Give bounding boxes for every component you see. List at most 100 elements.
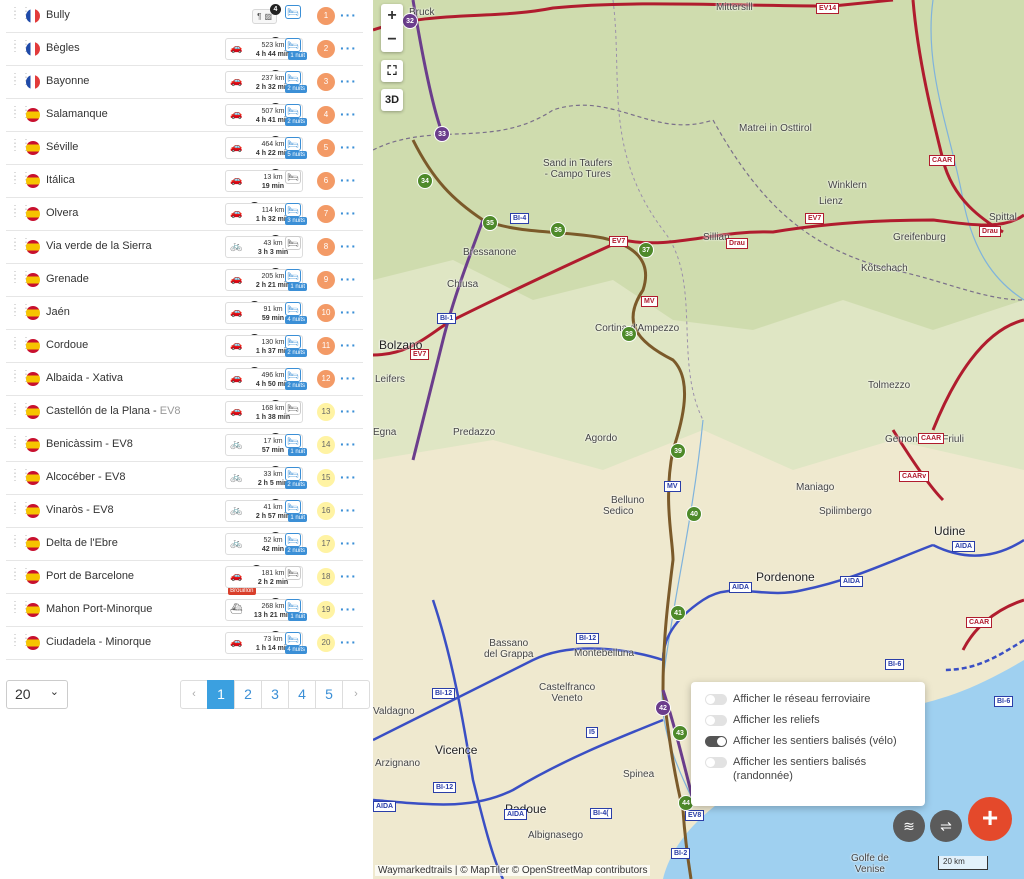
stage-row[interactable]: ⋮⋮⋮⋮ Grenade ¶ ▨ 18 🚗 205 km 2 h 21 min … xyxy=(6,264,363,297)
page-size-select[interactable]: 20 ⌄ xyxy=(6,680,68,709)
stage-marker[interactable]: 36 xyxy=(550,222,566,238)
more-options-icon[interactable]: ··· xyxy=(340,337,357,353)
stage-row[interactable]: ⋮⋮⋮⋮ Mahon Port-Minorque ¶ ▨ 6 ⛴ 268 km … xyxy=(6,594,363,627)
stage-marker[interactable]: 32 xyxy=(402,13,418,29)
option-relief[interactable]: Afficher les reliefs xyxy=(703,713,913,727)
stage-name[interactable]: Bully xyxy=(46,9,70,21)
stage-name[interactable]: Port de Barcelone xyxy=(46,570,134,582)
option-railway[interactable]: Afficher le réseau ferroviaire xyxy=(703,692,913,706)
stage-name[interactable]: Castellón de la Plana - EV8 xyxy=(46,405,181,417)
stage-row[interactable]: ⋮⋮⋮⋮ Olvera ¶ ▨ 17 ✓ 🚗 114 km 1 h 32 min… xyxy=(6,198,363,231)
stage-marker[interactable]: 42 xyxy=(655,700,671,716)
stage-row[interactable]: ⋮⋮⋮⋮ Castellón de la Plana - EV8 ¶ ▨ 2 🚗… xyxy=(6,396,363,429)
stage-marker[interactable]: 40 xyxy=(686,506,702,522)
stage-name[interactable]: Cordoue xyxy=(46,339,88,351)
more-options-icon[interactable]: ··· xyxy=(340,271,357,287)
bike-trails-toggle[interactable] xyxy=(705,736,727,747)
stage-name[interactable]: Bayonne xyxy=(46,75,89,87)
stage-marker[interactable]: 37 xyxy=(638,242,654,258)
add-stage-button[interactable]: + xyxy=(968,797,1012,841)
page-button-3[interactable]: 3 xyxy=(261,680,289,709)
stage-row[interactable]: ⋮⋮⋮⋮ Salamanque ¶ ▨ 27 🚗 507 km 4 h 41 m… xyxy=(6,99,363,132)
more-options-icon[interactable]: ··· xyxy=(340,634,357,650)
more-options-icon[interactable]: ··· xyxy=(340,106,357,122)
more-options-icon[interactable]: ··· xyxy=(340,304,357,320)
stage-row[interactable]: ⋮⋮⋮⋮ Cordoue ¶ ▨ 19 ✓ 🚗 130 km 1 h 37 mi… xyxy=(6,330,363,363)
hiking-trails-toggle[interactable] xyxy=(705,757,727,768)
map[interactable]: Mittersill Matrei in Osttirol Sand in Tauf… xyxy=(373,0,1024,879)
drag-handle-icon[interactable]: ⋮⋮ ⋮⋮ xyxy=(10,436,31,451)
filters-button[interactable]: ⇌ xyxy=(930,810,962,842)
option-hiking-trails[interactable]: Afficher les sentiers balisés (randonnée… xyxy=(703,755,913,783)
stage-row[interactable]: ⋮⋮⋮⋮ Bègles ¶ ▨ 4 🚗 523 km 4 h 44 min 🛏 … xyxy=(6,33,363,66)
drag-handle-icon[interactable]: ⋮⋮ ⋮⋮ xyxy=(10,535,31,550)
stage-row[interactable]: ⋮⋮⋮⋮ Albaida - Xativa ¶ ▨ 12 ✓ 🚗 496 km … xyxy=(6,363,363,396)
more-options-icon[interactable]: ··· xyxy=(340,535,357,551)
stage-row[interactable]: ⋮⋮⋮⋮ Jaén ¶ ▨ 13 ✓ 🚗 91 km 59 min 🛏 4 nu… xyxy=(6,297,363,330)
stage-row[interactable]: ⋮⋮⋮⋮ Benicàssim - EV8 ¶ ▨ 5 🚲 17 km 57 m… xyxy=(6,429,363,462)
stage-row[interactable]: ⋮⋮⋮⋮ Séville ¶ ▨ 45 🚗 464 km 4 h 22 min … xyxy=(6,132,363,165)
drag-handle-icon[interactable]: ⋮⋮ ⋮⋮ xyxy=(10,73,31,88)
more-options-icon[interactable]: ··· xyxy=(340,238,357,254)
stage-name[interactable]: Alcocéber - EV8 xyxy=(46,471,125,483)
stage-row[interactable]: ⋮⋮⋮⋮ Ciudadela - Minorque ¶ ▨ 21 🚗 73 km… xyxy=(6,627,363,660)
stage-marker[interactable]: 39 xyxy=(670,443,686,459)
stage-name[interactable]: Olvera xyxy=(46,207,78,219)
stage-row[interactable]: ⋮⋮⋮⋮ Via verde de la Sierra ¶ ▨ 16 🚲 43 … xyxy=(6,231,363,264)
stage-name[interactable]: Jaén xyxy=(46,306,70,318)
more-options-icon[interactable]: ··· xyxy=(340,403,357,419)
drag-handle-icon[interactable]: ⋮⋮ ⋮⋮ xyxy=(10,7,31,22)
more-options-icon[interactable]: ··· xyxy=(340,502,357,518)
photos-button[interactable]: ¶ ▨ 4 xyxy=(252,3,281,24)
stage-marker[interactable]: 35 xyxy=(482,215,498,231)
fullscreen-button[interactable]: ⛶ xyxy=(381,60,403,82)
stage-row[interactable]: ⋮⋮⋮⋮ Itálica ¶ ▨ 4 🚗 13 km 19 min 🛏 6 ··… xyxy=(6,165,363,198)
page-button-1[interactable]: 1 xyxy=(207,680,235,709)
more-options-icon[interactable]: ··· xyxy=(340,568,357,584)
drag-handle-icon[interactable]: ⋮⋮ ⋮⋮ xyxy=(10,403,31,418)
stage-name[interactable]: Bègles xyxy=(46,42,80,54)
more-options-icon[interactable]: ··· xyxy=(340,370,357,386)
stage-row[interactable]: ⋮⋮⋮⋮ Port de Barcelone ¶ ▨ 1 Brouillon ▦… xyxy=(6,561,363,595)
stage-row[interactable]: ⋮⋮⋮⋮ Delta de l'Ebre ¶ ▨ 15 🚲 52 km 42 m… xyxy=(6,528,363,561)
drag-handle-icon[interactable]: ⋮⋮ ⋮⋮ xyxy=(10,172,31,187)
drag-handle-icon[interactable]: ⋮⋮ ⋮⋮ xyxy=(10,568,31,583)
more-options-icon[interactable]: ··· xyxy=(340,469,357,485)
drag-handle-icon[interactable]: ⋮⋮ ⋮⋮ xyxy=(10,271,31,286)
stage-row[interactable]: ⋮⋮⋮⋮ Vinaròs - EV8 ¶ ▨ 22 🚲 41 km 2 h 57… xyxy=(6,495,363,528)
drag-handle-icon[interactable]: ⋮⋮ ⋮⋮ xyxy=(10,469,31,484)
more-options-icon[interactable]: ··· xyxy=(340,601,357,617)
stage-name[interactable]: Salamanque xyxy=(46,108,108,120)
stage-name[interactable]: Itálica xyxy=(46,174,75,186)
page-button-4[interactable]: 4 xyxy=(288,680,316,709)
more-options-icon[interactable]: ··· xyxy=(340,205,357,221)
railway-toggle[interactable] xyxy=(705,694,727,705)
option-bike-trails[interactable]: Afficher les sentiers balisés (vélo) xyxy=(703,734,913,748)
drag-handle-icon[interactable]: ⋮⋮ ⋮⋮ xyxy=(10,502,31,517)
stage-row[interactable]: ⋮⋮⋮⋮ Bayonne ¶ ▨ 6 🚗 237 km 2 h 32 min 🛏… xyxy=(6,66,363,99)
stage-name[interactable]: Albaida - Xativa xyxy=(46,372,123,384)
page-button-5[interactable]: 5 xyxy=(315,680,343,709)
stage-marker[interactable]: 43 xyxy=(672,725,688,741)
stage-name[interactable]: Ciudadela - Minorque xyxy=(46,636,151,648)
stage-name[interactable]: Benicàssim - EV8 xyxy=(46,438,133,450)
drag-handle-icon[interactable]: ⋮⋮ ⋮⋮ xyxy=(10,370,31,385)
prev-page-button[interactable]: ‹ xyxy=(180,680,208,709)
layers-button[interactable]: ≋ xyxy=(893,810,925,842)
drag-handle-icon[interactable]: ⋮⋮ ⋮⋮ xyxy=(10,337,31,352)
drag-handle-icon[interactable]: ⋮⋮ ⋮⋮ xyxy=(10,238,31,253)
drag-handle-icon[interactable]: ⋮⋮ ⋮⋮ xyxy=(10,601,31,616)
more-options-icon[interactable]: ··· xyxy=(340,436,357,452)
more-options-icon[interactable]: ··· xyxy=(340,40,357,56)
stage-name[interactable]: Delta de l'Ebre xyxy=(46,537,118,549)
zoom-out-button[interactable]: − xyxy=(381,28,403,52)
stage-name[interactable]: Grenade xyxy=(46,273,89,285)
more-options-icon[interactable]: ··· xyxy=(340,73,357,89)
relief-toggle[interactable] xyxy=(705,715,727,726)
zoom-in-button[interactable]: + xyxy=(381,4,403,28)
stage-name[interactable]: Vinaròs - EV8 xyxy=(46,504,114,516)
drag-handle-icon[interactable]: ⋮⋮ ⋮⋮ xyxy=(10,106,31,121)
drag-handle-icon[interactable]: ⋮⋮ ⋮⋮ xyxy=(10,139,31,154)
stage-marker[interactable]: 38 xyxy=(621,326,637,342)
more-options-icon[interactable]: ··· xyxy=(340,139,357,155)
